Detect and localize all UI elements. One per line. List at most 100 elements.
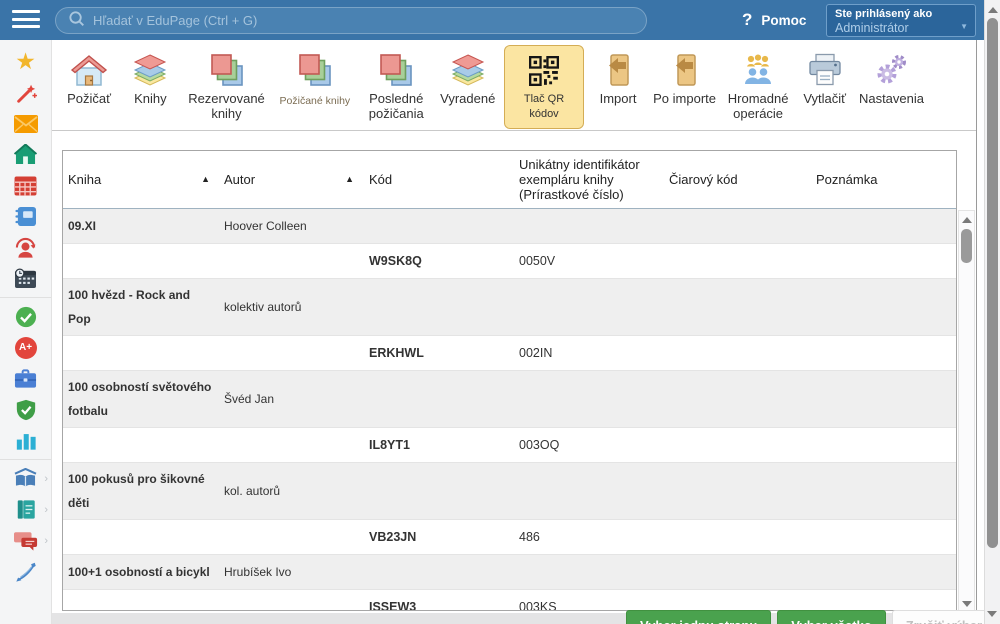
scroll-up-icon[interactable] <box>962 217 972 223</box>
toolbar-item-posledne-pozicania[interactable]: Posledné požičania <box>361 47 431 121</box>
shield-check-icon <box>15 399 37 421</box>
table-row[interactable]: 100 pokusů pro šikovné děti kol. autorů <box>63 463 956 520</box>
sidebar-item-communication[interactable]: › <box>0 525 51 556</box>
select-one-page-button[interactable]: Vyber jednu stranu <box>626 610 771 624</box>
sort-asc-icon[interactable]: ▲ <box>201 172 210 187</box>
window-scrollbar[interactable] <box>984 0 1000 624</box>
sidebar-item-library[interactable]: › <box>0 463 51 494</box>
window-scrollbar-thumb[interactable] <box>987 18 998 548</box>
table-row[interactable]: 100+1 osobností a bicykl Hrubíšek Ivo <box>63 555 956 590</box>
cell-kniha: 100 osobností světového fotbalu <box>63 371 216 427</box>
help-button[interactable]: ? Pomoc <box>742 0 806 40</box>
toolbar-item-tlac-qr-kodov[interactable]: Tlač QR kódov <box>504 45 583 129</box>
sidebar-item-editor[interactable] <box>0 556 51 587</box>
cell-kod <box>363 279 513 335</box>
user-account-dropdown[interactable]: Ste prihlásený ako Administrátor ▼ <box>826 4 976 37</box>
toolbar-item-label: Tlač QR kódov <box>512 92 575 122</box>
sidebar-item-classregister[interactable] <box>0 201 51 232</box>
sidebar-item-substitution[interactable] <box>0 232 51 263</box>
table-row[interactable]: VB23JN 486 <box>63 520 956 555</box>
toolbar-item-label: Rezervované knihy <box>185 91 269 121</box>
global-search[interactable] <box>55 7 647 34</box>
bar-chart-icon <box>15 431 37 450</box>
top-bar: ? Pomoc Ste prihlásený ako Administrátor… <box>0 0 1000 40</box>
people-group-icon <box>739 49 777 91</box>
sidebar-item-agenda[interactable] <box>0 363 51 394</box>
column-header-identifikator[interactable]: Unikátny identifikátor exempláru knihy (… <box>513 157 663 202</box>
column-header-poznamka[interactable]: Poznámka <box>811 172 956 187</box>
cell-ciarovy-kod <box>663 279 811 335</box>
scroll-down-icon[interactable] <box>987 611 997 617</box>
cell-kniha: 100 pokusů pro šikovné děti <box>63 463 216 519</box>
sidebar-item-grades[interactable]: A+ <box>0 332 51 363</box>
sort-asc-icon[interactable]: ▲ <box>345 172 354 187</box>
cell-autor <box>216 244 363 278</box>
toolbar-item-import[interactable]: Import <box>593 47 644 106</box>
cell-poznamka <box>811 244 956 278</box>
table-row[interactable]: 100 hvězd - Rock and Pop kolektiv autorů <box>63 279 956 336</box>
stacked-cards-icon <box>298 49 332 91</box>
select-all-button[interactable]: Vyber všetko <box>777 610 885 624</box>
clear-selection-button: Zrušiť výber <box>892 610 996 624</box>
cell-identifikator: 003KS <box>513 590 663 611</box>
cell-autor: Švéd Jan <box>216 371 363 427</box>
toolbar-item-pozicat[interactable]: Požičať <box>62 47 116 106</box>
edupage-window: ? Pomoc Ste prihlásený ako Administrátor… <box>0 0 1000 624</box>
table-row[interactable]: W9SK8Q 0050V <box>63 244 956 279</box>
toolbar-item-hromadne-operacie[interactable]: Hromadné operácie <box>726 47 791 121</box>
sidebar-item-school[interactable] <box>0 139 51 170</box>
table-row[interactable]: IL8YT1 003OQ <box>63 428 956 463</box>
toolbar-item-knihy[interactable]: Knihy <box>125 47 176 106</box>
toolbar-item-label: Import <box>600 91 637 106</box>
hamburger-menu-icon[interactable] <box>12 10 40 30</box>
sidebar-item-messages[interactable] <box>0 108 51 139</box>
sidebar-item-wizard[interactable] <box>0 77 51 108</box>
sidebar-item-admin[interactable] <box>0 394 51 425</box>
cell-kniha: 100+1 osobností a bicykl <box>63 555 216 589</box>
scroll-down-icon[interactable] <box>962 601 972 607</box>
column-header-kniha[interactable]: Kniha ▲ <box>63 172 216 187</box>
gears-icon <box>872 49 910 91</box>
printer-icon <box>806 49 844 91</box>
sidebar-item-attendance[interactable] <box>0 301 51 332</box>
document-book-icon <box>15 499 37 520</box>
cell-kod: VB23JN <box>363 520 513 554</box>
toolbar-item-pozicane-knihy[interactable]: Požičané knihy <box>277 47 352 109</box>
book-layers-icon <box>131 49 169 91</box>
cell-poznamka <box>811 428 956 462</box>
scroll-up-icon[interactable] <box>988 7 998 13</box>
sidebar-item-timetable[interactable] <box>0 170 51 201</box>
sidebar-item-favorites[interactable]: ★ <box>0 46 51 77</box>
table-row[interactable]: 100 osobností světového fotbalu Švéd Jan <box>63 371 956 428</box>
column-header-autor[interactable]: Autor ▲ <box>216 172 363 187</box>
toolbar-item-vyradene[interactable]: Vyradené <box>440 47 495 106</box>
library-book-icon <box>13 468 38 489</box>
grades-a-plus-icon: A+ <box>15 337 37 359</box>
table-row[interactable]: ERKHWL 002IN <box>63 336 956 371</box>
column-header-ciarovy-kod[interactable]: Čiarový kód <box>663 172 811 187</box>
cell-kod <box>363 371 513 427</box>
toolbar-item-nastavenia[interactable]: Nastavenia <box>859 47 924 106</box>
table-scrollbar[interactable] <box>958 210 975 616</box>
table-scrollbar-thumb[interactable] <box>961 229 972 263</box>
table-row[interactable]: ISSEW3 003KS <box>63 590 956 611</box>
toolbar-item-rezervovane-knihy[interactable]: Rezervované knihy <box>185 47 269 121</box>
cell-ciarovy-kod <box>663 555 811 589</box>
table-row[interactable]: 09.XI Hoover Colleen <box>63 209 956 244</box>
chevron-right-icon: › <box>44 473 48 485</box>
cell-poznamka <box>811 463 956 519</box>
column-header-kod[interactable]: Kód <box>363 172 513 187</box>
magic-wand-icon <box>15 82 37 104</box>
cell-kniha <box>63 590 216 611</box>
toolbar-item-label: Hromadné operácie <box>726 91 791 121</box>
star-icon: ★ <box>15 50 36 73</box>
sidebar-item-documents[interactable]: › <box>0 494 51 525</box>
toolbar-item-vytlacit[interactable]: Vytlačiť <box>799 47 850 106</box>
sidebar-item-calendar[interactable] <box>0 263 51 294</box>
cell-identifikator <box>513 371 663 427</box>
search-input[interactable] <box>93 13 613 28</box>
cell-identifikator: 003OQ <box>513 428 663 462</box>
toolbar-item-po-importe[interactable]: Po importe <box>652 47 717 106</box>
books-table: Kniha ▲ Autor ▲ Kód Unikátny identifikát… <box>62 150 957 611</box>
sidebar-item-results[interactable] <box>0 425 51 456</box>
